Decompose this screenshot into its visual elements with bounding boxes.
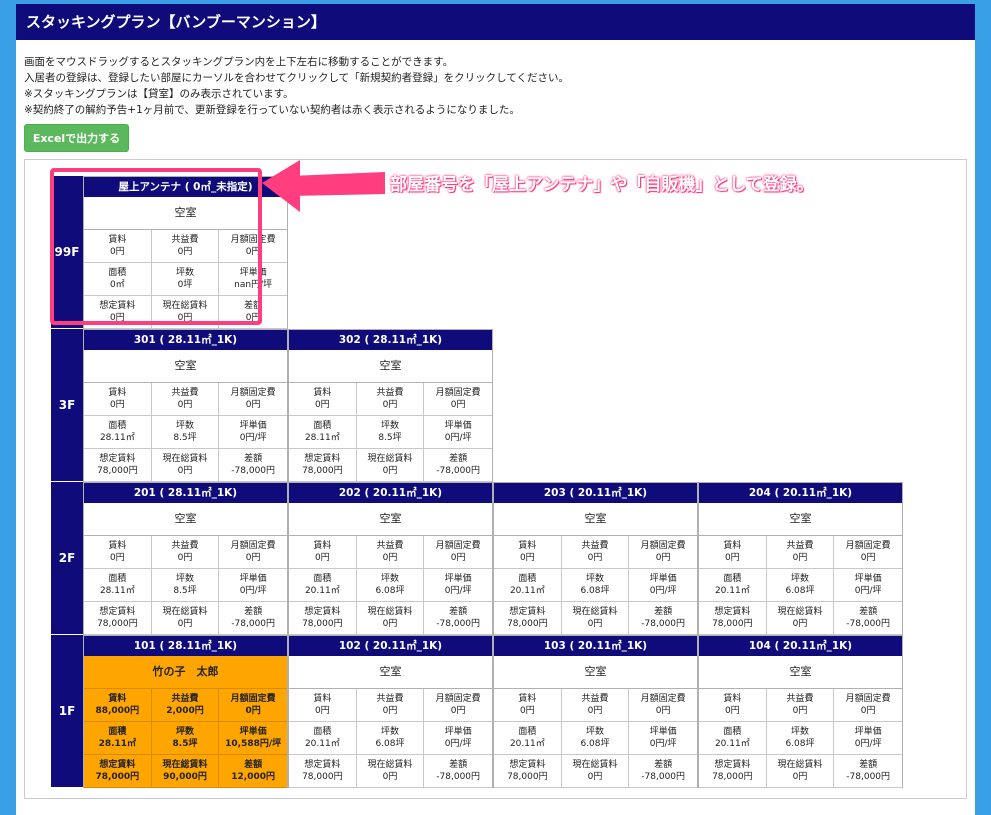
annotation-text: 部屋番号を「屋上アンテナ」や「自販機」として登録。 bbox=[390, 175, 814, 195]
annotation-arrow-icon bbox=[262, 160, 385, 212]
